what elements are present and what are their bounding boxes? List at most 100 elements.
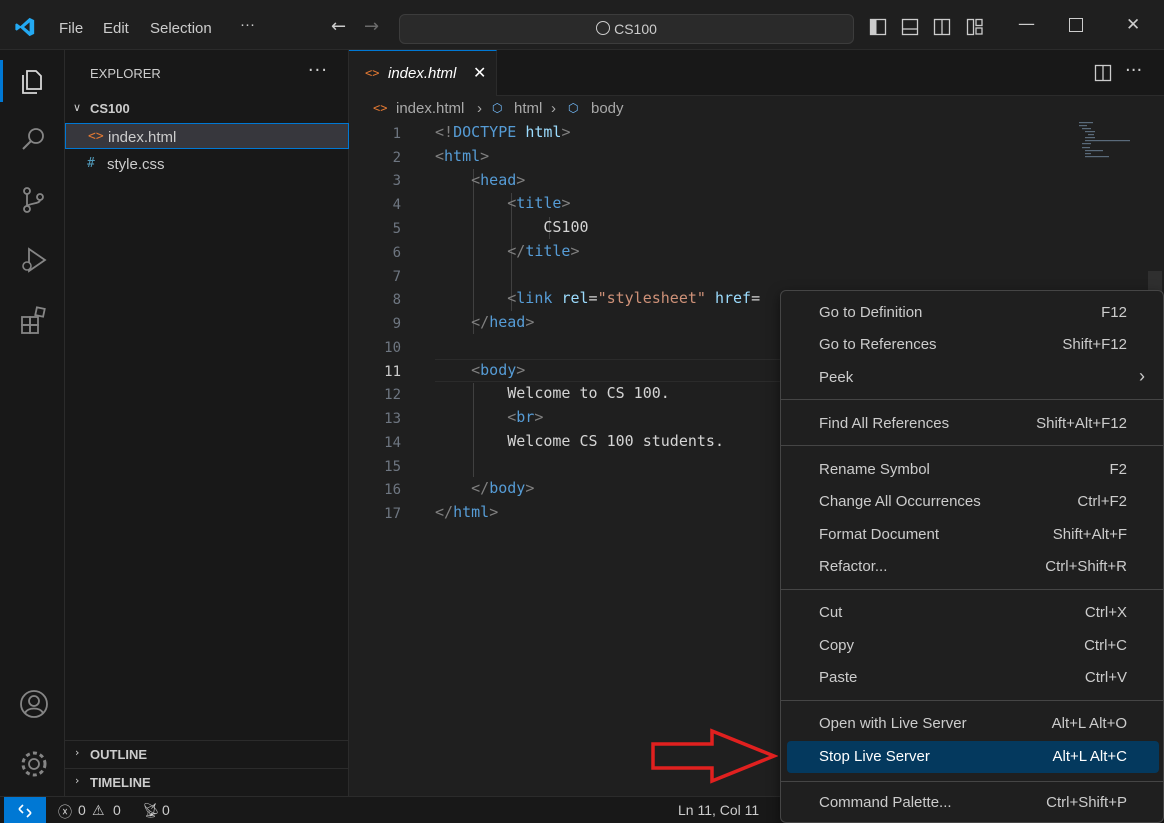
menu-item-paste[interactable]: Paste Ctrl+V — [787, 663, 1159, 693]
menu-label: Change All Occurrences — [819, 493, 981, 510]
remote-indicator[interactable] — [4, 797, 46, 823]
menu-shortcut: Alt+L Alt+C — [1052, 748, 1128, 765]
customize-layout-icon[interactable] — [966, 18, 984, 36]
search-view-icon[interactable] — [18, 124, 50, 156]
line-number: 14 — [384, 435, 401, 451]
activity-bar — [0, 50, 65, 796]
menu-label: Command Palette... — [819, 794, 952, 811]
html-file-icon: <> — [365, 66, 380, 80]
warning-icon[interactable]: ⚠ — [92, 802, 105, 819]
menu-shortcut: Ctrl+F2 — [1077, 493, 1127, 510]
editor-more-icon[interactable]: ··· — [1125, 60, 1142, 81]
menu-file[interactable]: File — [59, 20, 83, 37]
run-debug-icon[interactable] — [18, 244, 50, 276]
ports-count[interactable]: 0 — [162, 802, 170, 818]
menu-item-open-with-live-server[interactable]: Open with Live Server Alt+L Alt+O — [787, 709, 1159, 739]
explorer-more-icon[interactable]: ··· — [308, 60, 328, 81]
command-center-search[interactable]: CS100 — [399, 14, 854, 44]
toggle-primary-sidebar-icon[interactable] — [869, 18, 887, 36]
code-line: CS100 — [543, 218, 589, 236]
menu-label: Refactor... — [819, 558, 888, 575]
menu-item-stop-live-server[interactable]: Stop Live Server Alt+L Alt+C — [787, 741, 1159, 773]
menu-selection[interactable]: Selection — [150, 20, 212, 37]
folder-name: CS100 — [90, 101, 130, 116]
timeline-panel[interactable]: › TIMELINE — [65, 768, 349, 794]
code-line: Welcome to CS 100. — [507, 384, 670, 402]
line-number: 10 — [384, 340, 401, 356]
file-style-css[interactable]: # style.css — [65, 151, 349, 177]
breadcrumb-file[interactable]: index.html — [396, 100, 464, 117]
line-number: 4 — [392, 197, 401, 213]
warning-count[interactable]: 0 — [113, 802, 121, 818]
menu-item-go-to-references[interactable]: Go to References Shift+F12 — [787, 330, 1159, 360]
breadcrumb-body[interactable]: body — [591, 100, 624, 117]
line-number: 17 — [384, 506, 401, 522]
split-editor-icon[interactable] — [1094, 64, 1112, 82]
menu-shortcut: Shift+Alt+F12 — [1036, 415, 1127, 432]
back-arrow-icon[interactable]: ← — [331, 16, 346, 37]
menu-item-change-all-occurrences[interactable]: Change All Occurrences Ctrl+F2 — [787, 487, 1159, 517]
menu-item-format-document[interactable]: Format Document Shift+Alt+F — [787, 520, 1159, 550]
toggle-panel-icon[interactable] — [901, 18, 919, 36]
menu-more-icon[interactable]: ··· — [240, 16, 255, 33]
minimap[interactable] — [1077, 121, 1137, 161]
menu-label: Copy — [819, 637, 855, 654]
menu-edit[interactable]: Edit — [103, 20, 129, 37]
css-file-icon: # — [87, 156, 95, 171]
code-line: <title> — [507, 194, 571, 212]
menu-label: Rename Symbol — [819, 461, 930, 478]
cursor-position[interactable]: Ln 11, Col 11 — [678, 802, 759, 818]
menu-item-copy[interactable]: Copy Ctrl+C — [787, 631, 1159, 661]
menu-item-go-to-definition[interactable]: Go to Definition F12 — [787, 298, 1159, 328]
line-number: 16 — [384, 482, 401, 498]
tab-index-html[interactable]: <> index.html ✕ — [349, 50, 497, 96]
search-label: CS100 — [614, 21, 657, 37]
error-count[interactable]: 0 — [78, 802, 86, 818]
explorer-icon[interactable] — [18, 64, 50, 96]
menu-shortcut: Shift+F12 — [1062, 336, 1127, 353]
menu-item-rename-symbol[interactable]: Rename Symbol F2 — [787, 455, 1159, 485]
maximize-icon[interactable] — [1069, 18, 1083, 32]
minimize-icon[interactable]: — — [1018, 14, 1035, 34]
breadcrumb-html[interactable]: html — [514, 100, 542, 117]
settings-gear-icon[interactable] — [18, 748, 50, 780]
accounts-icon[interactable] — [18, 688, 50, 720]
explorer-title: EXPLORER — [90, 66, 161, 81]
folder-cs100[interactable]: ∨ CS100 — [65, 98, 349, 120]
menu-separator — [781, 781, 1163, 782]
file-index-html[interactable]: <> index.html — [65, 123, 349, 149]
errors-icon[interactable]: ⓧ — [58, 802, 72, 822]
close-window-icon[interactable]: ✕ — [1126, 15, 1140, 35]
toggle-secondary-sidebar-icon[interactable] — [933, 18, 951, 36]
close-tab-icon[interactable]: ✕ — [473, 63, 486, 82]
menu-shortcut: Alt+L Alt+O — [1051, 715, 1127, 732]
menu-item-peek[interactable]: Peek › — [787, 363, 1159, 393]
menu-shortcut: F12 — [1101, 304, 1127, 321]
file-name: style.css — [107, 156, 165, 173]
editor-tabs: <> index.html ✕ ··· — [349, 50, 1164, 96]
chevron-right-icon: › — [75, 746, 80, 759]
menu-item-find-all-references[interactable]: Find All References Shift+Alt+F12 — [787, 409, 1159, 439]
chevron-down-icon: ∨ — [73, 101, 82, 114]
html-file-icon: <> — [88, 129, 104, 144]
source-control-icon[interactable] — [18, 184, 50, 216]
outline-panel[interactable]: › OUTLINE — [65, 740, 349, 766]
line-number: 12 — [384, 387, 401, 403]
line-number: 7 — [392, 269, 401, 285]
search-icon — [596, 21, 611, 35]
menu-item-cut[interactable]: Cut Ctrl+X — [787, 598, 1159, 628]
breadcrumb: <> index.html › ⬡ html › ⬡ body — [349, 97, 1164, 121]
extensions-icon[interactable] — [18, 304, 50, 336]
menu-label: Peek — [819, 369, 854, 386]
ports-icon[interactable]: 📡︎ — [142, 802, 160, 819]
menu-item-refactor[interactable]: Refactor... Ctrl+Shift+R — [787, 552, 1159, 582]
line-number: 3 — [392, 173, 401, 189]
menu-shortcut: Ctrl+Shift+P — [1046, 794, 1127, 811]
menu-item-command-palette[interactable]: Command Palette... Ctrl+Shift+P — [787, 788, 1159, 818]
forward-arrow-icon[interactable]: → — [364, 16, 379, 37]
menu-label: Go to References — [819, 336, 937, 353]
line-number: 9 — [392, 316, 401, 332]
code-line: <body> — [471, 361, 526, 379]
menu-separator — [781, 700, 1163, 701]
menu-separator — [781, 399, 1163, 400]
